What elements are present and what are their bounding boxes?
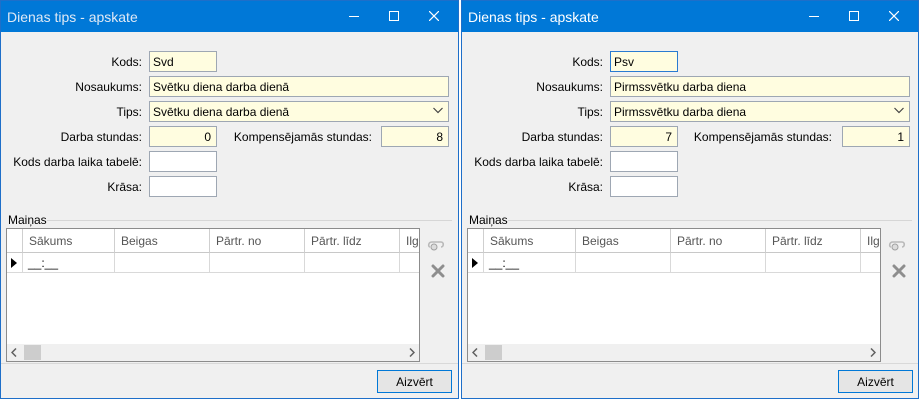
tips-select[interactable]: Svētku diena darba dienā	[149, 101, 449, 122]
label-kods-tabele: Kods darba laika tabelē:	[474, 155, 603, 169]
horizontal-scrollbar[interactable]	[468, 344, 880, 361]
close-icon	[429, 11, 439, 21]
mainas-grid[interactable]: Sākums Beigas Pārtr. no Pārtr. līdz Ilgu…	[6, 228, 420, 362]
kods-field[interactable]: Psv	[610, 51, 678, 72]
column-header-sakums[interactable]: Sākums	[23, 229, 115, 253]
column-header-ilgums[interactable]: Ilgums	[861, 229, 880, 253]
row-selector[interactable]	[7, 253, 23, 273]
label-kompensejamas-stundas: Kompensējamās stundas:	[233, 130, 372, 144]
maximize-icon	[389, 11, 399, 21]
footer-divider	[1, 363, 458, 364]
title-bar[interactable]: Dienas tips - apskate	[462, 1, 918, 32]
cell-partr-lidz[interactable]	[305, 253, 400, 273]
column-header-beigas[interactable]: Beigas	[576, 229, 671, 253]
window-dienas-tips-psv: Dienas tips - apskate Kods: Psv Nosaukum…	[461, 0, 919, 399]
scroll-right-icon[interactable]	[870, 348, 876, 357]
label-darba-stundas: Darba stundas:	[521, 130, 603, 144]
krasa-field[interactable]	[610, 176, 678, 197]
cell-partr-no[interactable]	[210, 253, 305, 273]
label-nosaukums: Nosaukums:	[75, 80, 142, 94]
tips-select-value: Svētku diena darba dienā	[153, 105, 290, 119]
minimize-button[interactable]	[336, 1, 372, 32]
cell-partr-no[interactable]	[671, 253, 766, 273]
grid-corner	[468, 229, 484, 253]
kompensejamas-stundas-field[interactable]: 8	[381, 126, 449, 147]
delete-record-icon[interactable]	[892, 264, 906, 278]
group-label-mainas: Maiņas	[8, 213, 47, 227]
cell-ilgums[interactable]	[861, 253, 880, 273]
close-window-button[interactable]	[416, 1, 452, 32]
cell-beigas[interactable]	[115, 253, 210, 273]
label-krasa: Krāsa:	[107, 180, 142, 194]
kods-tabele-field[interactable]	[149, 151, 217, 172]
row-indicator-icon	[472, 258, 478, 268]
column-header-partr-lidz[interactable]: Pārtr. līdz	[766, 229, 861, 253]
column-header-beigas[interactable]: Beigas	[115, 229, 210, 253]
column-header-partr-lidz[interactable]: Pārtr. līdz	[305, 229, 400, 253]
window-title: Dienas tips - apskate	[468, 9, 599, 25]
close-icon	[889, 11, 899, 21]
close-window-button[interactable]	[876, 1, 912, 32]
darba-stundas-field[interactable]: 7	[610, 126, 678, 147]
delete-record-icon[interactable]	[431, 264, 445, 278]
row-selector[interactable]	[468, 253, 484, 273]
group-divider	[47, 220, 452, 221]
krasa-field[interactable]	[149, 176, 217, 197]
aizvert-button[interactable]: Aizvērt	[377, 370, 452, 393]
maximize-icon	[849, 11, 859, 21]
add-record-icon[interactable]	[426, 238, 446, 252]
row-indicator-icon	[11, 258, 17, 268]
label-darba-stundas: Darba stundas:	[60, 130, 142, 144]
group-divider	[508, 220, 912, 221]
scroll-right-icon[interactable]	[409, 348, 415, 357]
darba-stundas-field[interactable]: 0	[149, 126, 217, 147]
chevron-down-icon	[433, 107, 443, 114]
aizvert-button[interactable]: Aizvērt	[838, 370, 913, 393]
window-title: Dienas tips - apskate	[7, 9, 138, 25]
add-record-icon[interactable]	[887, 238, 907, 252]
label-kompensejamas-stundas: Kompensējamās stundas:	[693, 130, 832, 144]
title-bar[interactable]: Dienas tips - apskate	[1, 1, 458, 32]
cell-sakums[interactable]: __:__	[484, 253, 576, 273]
scroll-thumb[interactable]	[24, 345, 41, 360]
horizontal-scrollbar[interactable]	[7, 344, 419, 361]
maximize-button[interactable]	[836, 1, 872, 32]
scroll-left-icon[interactable]	[11, 348, 17, 357]
mainas-grid[interactable]: Sākums Beigas Pārtr. no Pārtr. līdz Ilgu…	[467, 228, 881, 362]
column-header-ilgums[interactable]: Ilgums	[400, 229, 419, 253]
scroll-left-icon[interactable]	[472, 348, 478, 357]
grid-corner	[7, 229, 23, 253]
minimize-button[interactable]	[796, 1, 832, 32]
cell-beigas[interactable]	[576, 253, 671, 273]
window-dienas-tips-svd: Dienas tips - apskate Kods: Svd Nosaukum…	[0, 0, 459, 399]
column-header-partr-no[interactable]: Pārtr. no	[671, 229, 766, 253]
scroll-thumb[interactable]	[485, 345, 502, 360]
kods-tabele-field[interactable]	[610, 151, 678, 172]
tips-select[interactable]: Pirmssvētku darba diena	[610, 101, 910, 122]
label-kods: Kods:	[111, 55, 142, 69]
kods-field[interactable]: Svd	[149, 51, 217, 72]
minimize-icon	[809, 16, 819, 17]
minimize-icon	[349, 16, 359, 17]
cell-ilgums[interactable]	[400, 253, 419, 273]
group-label-mainas: Maiņas	[469, 213, 508, 227]
footer-divider	[462, 363, 918, 364]
column-header-sakums[interactable]: Sākums	[484, 229, 576, 253]
kompensejamas-stundas-field[interactable]: 1	[842, 126, 910, 147]
nosaukums-field[interactable]: Pirmssvētku darba diena	[610, 76, 910, 97]
label-tips: Tips:	[577, 105, 603, 119]
cell-partr-lidz[interactable]	[766, 253, 861, 273]
label-nosaukums: Nosaukums:	[536, 80, 603, 94]
label-tips: Tips:	[116, 105, 142, 119]
column-header-partr-no[interactable]: Pārtr. no	[210, 229, 305, 253]
chevron-down-icon	[894, 107, 904, 114]
label-kods: Kods:	[572, 55, 603, 69]
cell-sakums[interactable]: __:__	[23, 253, 115, 273]
nosaukums-field[interactable]: Svētku diena darba dienā	[149, 76, 449, 97]
tips-select-value: Pirmssvētku darba diena	[614, 105, 747, 119]
maximize-button[interactable]	[376, 1, 412, 32]
label-krasa: Krāsa:	[568, 180, 603, 194]
label-kods-tabele: Kods darba laika tabelē:	[13, 155, 142, 169]
